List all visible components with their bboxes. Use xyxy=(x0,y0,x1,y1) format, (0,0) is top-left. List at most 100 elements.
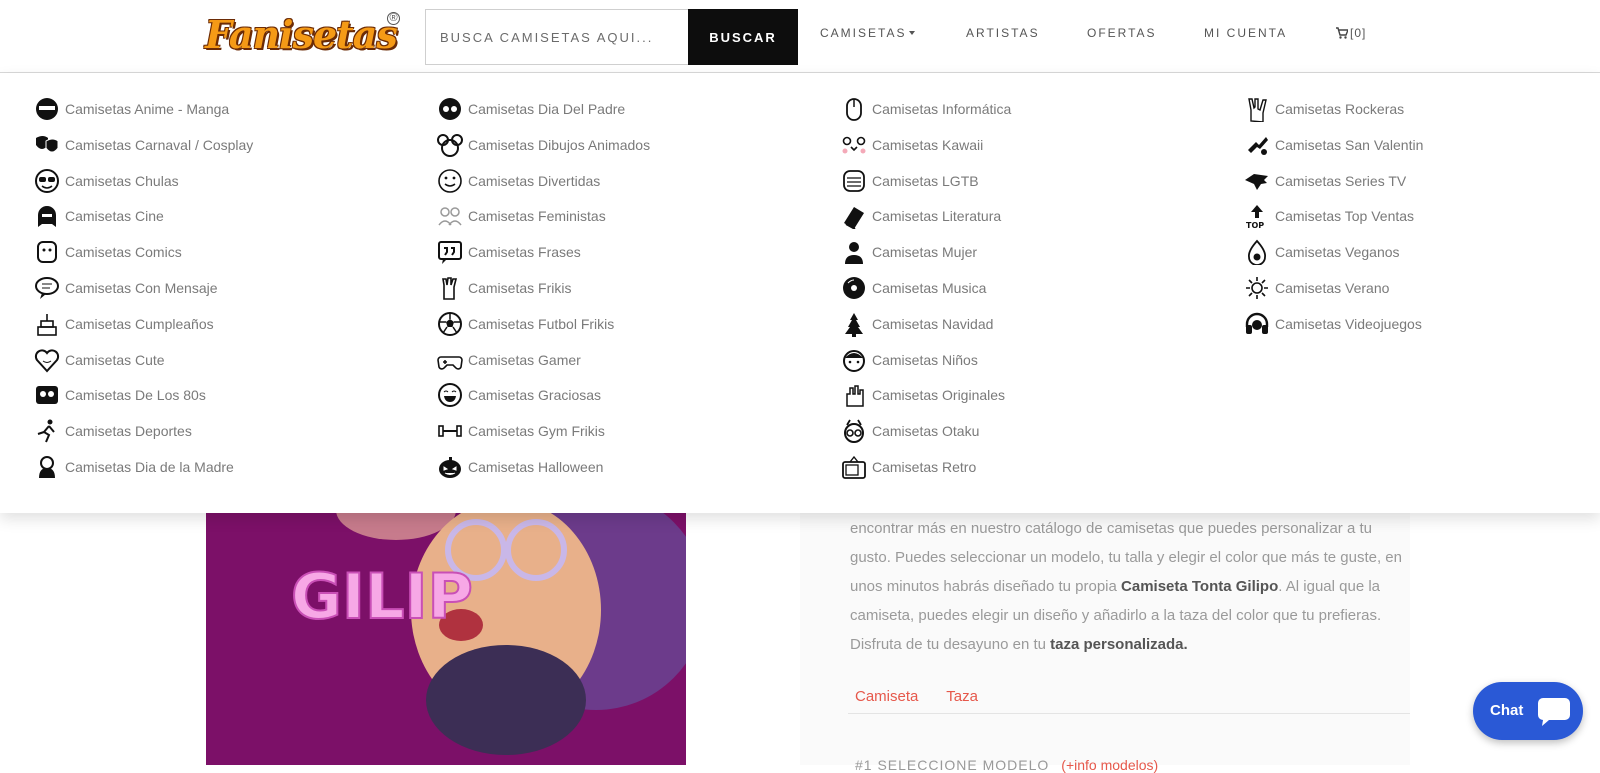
child-face-icon xyxy=(841,347,867,373)
mouse-ears-icon xyxy=(437,132,463,158)
menu-item[interactable]: Camisetas Chulas xyxy=(34,167,179,195)
cart-link[interactable]: [0] xyxy=(1336,26,1366,40)
nav-mi-cuenta[interactable]: MI CUENTA xyxy=(1204,26,1287,40)
menu-item[interactable]: Camisetas Literatura xyxy=(841,202,1001,230)
menu-item[interactable]: Camisetas San Valentin xyxy=(1244,131,1423,159)
product-description: encontrar más en nuestro catálogo de cam… xyxy=(800,508,1410,773)
description-text: encontrar más en nuestro catálogo de cam… xyxy=(850,520,1402,653)
menu-item-label: Camisetas Halloween xyxy=(468,459,604,475)
menu-item-label: Camisetas San Valentin xyxy=(1275,136,1424,153)
menu-item[interactable]: Camisetas Series TV xyxy=(1244,167,1406,195)
menu-item[interactable]: Camisetas Rockeras xyxy=(1244,95,1404,123)
smiley-icon xyxy=(437,168,463,194)
menu-item-label: Camisetas Dia Del Padre xyxy=(468,101,626,117)
heart-face-icon xyxy=(34,347,60,373)
women-group-icon xyxy=(437,203,463,229)
menu-item[interactable]: Camisetas De Los 80s xyxy=(34,381,206,409)
menu-item-label: Camisetas Gamer xyxy=(468,351,581,368)
menu-item[interactable]: Camisetas Informática xyxy=(841,95,1011,123)
menu-item[interactable]: Camisetas Niños xyxy=(841,346,978,374)
menu-item-label: Camisetas Musica xyxy=(872,280,987,296)
nav-ofertas[interactable]: OFERTAS xyxy=(1087,26,1157,40)
christmas-tree-icon xyxy=(841,311,867,337)
menu-item-label: Camisetas Kawaii xyxy=(872,136,984,153)
menu-item-label: Camisetas Frikis xyxy=(468,280,572,296)
site-header: Fanisetas ® BUSCAR CAMISETAS ARTISTAS OF… xyxy=(0,0,1600,73)
caret-down-icon xyxy=(909,31,916,35)
menu-item[interactable]: Camisetas Videojuegos xyxy=(1244,310,1422,338)
speech-bubble-icon xyxy=(34,275,60,301)
menu-item[interactable]: Camisetas Anime - Manga xyxy=(34,95,229,123)
menu-item[interactable]: Camisetas Con Mensaje xyxy=(34,274,218,302)
pumpkin-icon xyxy=(437,454,463,480)
runner-icon xyxy=(34,418,60,444)
menu-item[interactable]: Camisetas LGTB xyxy=(841,167,979,195)
menu-item-label: Camisetas Retro xyxy=(872,459,977,475)
menu-item-label: Camisetas Informática xyxy=(872,101,1012,117)
menu-item[interactable]: Camisetas Halloween xyxy=(437,453,603,481)
menu-item[interactable]: Camisetas Veganos xyxy=(1244,238,1400,266)
menu-item[interactable]: Camisetas Mujer xyxy=(841,238,977,266)
menu-item[interactable]: Camisetas Otaku xyxy=(841,417,979,445)
chat-button[interactable]: Chat xyxy=(1473,682,1583,740)
menu-item-label: Camisetas Cine xyxy=(65,208,164,225)
menu-item[interactable]: Camisetas Originales xyxy=(841,381,1005,409)
cart-icon xyxy=(1336,27,1350,39)
menu-item-label: Camisetas Veganos xyxy=(1275,244,1400,261)
soccer-ball-icon xyxy=(437,311,463,337)
menu-item[interactable]: Camisetas Kawaii xyxy=(841,131,983,159)
headset-icon xyxy=(1244,311,1270,337)
menu-item[interactable]: TOP Camisetas Top Ventas xyxy=(1244,202,1414,230)
sun-icon xyxy=(1244,275,1270,301)
menu-item[interactable]: Camisetas Frases xyxy=(437,238,581,266)
top-icon: TOP xyxy=(1244,203,1270,229)
product-artwork: GILIP xyxy=(290,500,686,755)
gamepad-icon xyxy=(437,347,463,373)
menu-item-label: Camisetas Dia de la Madre xyxy=(65,459,234,475)
menu-item[interactable]: Camisetas Frikis xyxy=(437,274,571,302)
cupid-icon xyxy=(1244,132,1270,158)
tag-link[interactable]: Taza xyxy=(946,688,978,705)
menu-item[interactable]: Camisetas Cumpleaños xyxy=(34,310,214,338)
menu-item[interactable]: Camisetas Dia de la Madre xyxy=(34,453,234,481)
menu-item[interactable]: Camisetas Carnaval / Cosplay xyxy=(34,131,253,159)
nav-artistas[interactable]: ARTISTAS xyxy=(966,26,1040,40)
menu-item[interactable]: Camisetas Navidad xyxy=(841,310,993,338)
menu-item[interactable]: Camisetas Retro xyxy=(841,453,976,481)
menu-item-label: Camisetas Con Mensaje xyxy=(65,280,218,296)
menu-item[interactable]: Camisetas Verano xyxy=(1244,274,1389,302)
search-button[interactable]: BUSCAR xyxy=(688,9,798,65)
menu-item-label: Camisetas Literatura xyxy=(872,208,1002,225)
menu-item[interactable]: Camisetas Comics xyxy=(34,238,182,266)
site-logo[interactable]: Fanisetas ® xyxy=(205,6,400,64)
menu-item[interactable]: Camisetas Dibujos Animados xyxy=(437,131,650,159)
menu-item[interactable]: Camisetas Dia Del Padre xyxy=(437,95,625,123)
menu-item-label: Camisetas De Los 80s xyxy=(65,387,206,404)
nav-camisetas[interactable]: CAMISETAS xyxy=(820,26,916,40)
registered-mark: ® xyxy=(387,12,400,25)
menu-item[interactable]: Camisetas Futbol Frikis xyxy=(437,310,614,338)
menu-item[interactable]: Camisetas Gym Frikis xyxy=(437,417,605,445)
menu-item-label: Camisetas Deportes xyxy=(65,423,192,440)
wolf-icon xyxy=(1244,168,1270,194)
comic-face-icon xyxy=(34,239,60,265)
chat-bubble-icon xyxy=(1538,698,1570,726)
menu-item[interactable]: Camisetas Musica xyxy=(841,274,986,302)
menu-item-label: Camisetas Navidad xyxy=(872,315,994,332)
mother-icon xyxy=(34,454,60,480)
menu-item[interactable]: Camisetas Cute xyxy=(34,346,165,374)
search-input[interactable] xyxy=(425,9,689,65)
menu-item[interactable]: Camisetas Graciosas xyxy=(437,381,601,409)
menu-item[interactable]: Camisetas Deportes xyxy=(34,417,192,445)
tag-link[interactable]: Camiseta xyxy=(855,688,918,705)
menu-item[interactable]: Camisetas Cine xyxy=(34,202,164,230)
menu-item-label: Camisetas Futbol Frikis xyxy=(468,315,615,332)
menu-item[interactable]: Camisetas Feministas xyxy=(437,202,606,230)
menu-item-label: Camisetas Top Ventas xyxy=(1275,208,1415,225)
menu-item[interactable]: Camisetas Gamer xyxy=(437,346,581,374)
menu-item-label: Camisetas Carnaval / Cosplay xyxy=(65,136,254,153)
tv-icon xyxy=(841,454,867,480)
menu-item-label: Camisetas Rockeras xyxy=(1275,101,1405,117)
model-info-link[interactable]: (+info modelos) xyxy=(1061,757,1158,773)
menu-item[interactable]: Camisetas Divertidas xyxy=(437,167,600,195)
